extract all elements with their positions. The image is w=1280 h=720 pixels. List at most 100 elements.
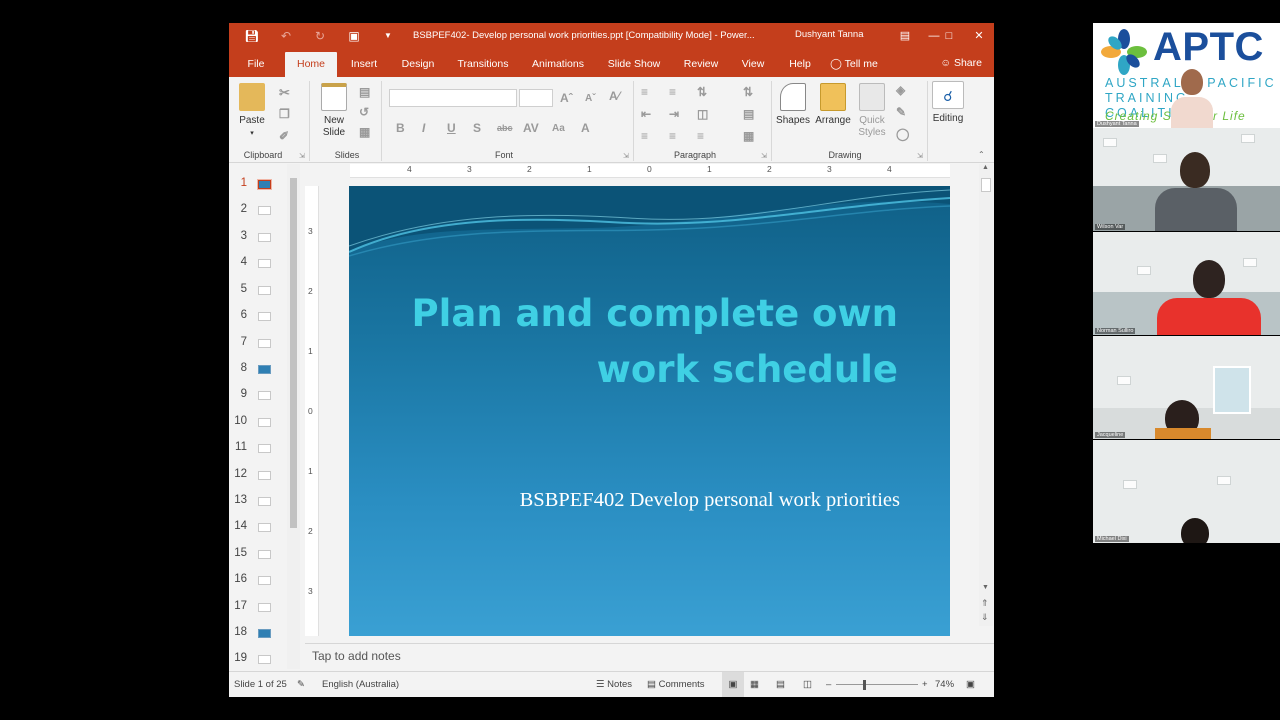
slide-thumbnail[interactable]	[257, 179, 272, 190]
thumbnail-number[interactable]: 8	[229, 362, 247, 374]
thumbnail-number[interactable]: 19	[229, 652, 247, 664]
maximize-icon[interactable]: □	[934, 23, 964, 49]
thumbnail-number[interactable]: 4	[229, 256, 247, 268]
slide-canvas[interactable]: Plan and complete own work schedule BSBP…	[349, 186, 950, 636]
shapes-button[interactable]: Shapes	[775, 83, 811, 127]
change-case-icon[interactable]: Aa	[552, 123, 565, 134]
thumbnail-number[interactable]: 9	[229, 388, 247, 400]
tell-me-search[interactable]: ◯ Tell me	[827, 52, 881, 77]
tab-transitions[interactable]: Transitions	[453, 52, 513, 77]
align-left-icon[interactable]: ≡	[641, 129, 648, 143]
ribbon-options-icon[interactable]: ▤	[890, 23, 920, 49]
slide-thumbnail[interactable]	[258, 339, 271, 348]
shape-outline-icon[interactable]: ✎	[896, 105, 906, 119]
slide-thumbnail[interactable]	[258, 471, 271, 480]
shrink-font-icon[interactable]: Aˇ	[585, 93, 596, 104]
video-participant[interactable]	[1171, 65, 1213, 128]
font-name-field[interactable]	[389, 89, 517, 107]
quick-styles-button[interactable]: Quick Styles	[855, 83, 889, 139]
scroll-up-icon[interactable]: ▲	[982, 164, 989, 171]
slide-thumbnail[interactable]	[258, 259, 271, 268]
video-tile[interactable]: Wilson Var	[1093, 128, 1280, 231]
slide-thumbnail[interactable]	[258, 233, 271, 242]
thumbnail-number[interactable]: 11	[229, 441, 247, 453]
previous-slide-icon[interactable]: ⇑	[981, 598, 989, 609]
tab-review[interactable]: Review	[680, 52, 722, 77]
text-direction-icon[interactable]: ⇅	[743, 85, 753, 99]
dialog-launcher-icon[interactable]: ⇲	[917, 152, 923, 160]
smartart-icon[interactable]: ▦	[743, 129, 754, 143]
tab-animations[interactable]: Animations	[528, 52, 588, 77]
thumbnail-number[interactable]: 15	[229, 547, 247, 559]
numbering-icon[interactable]: ≡	[669, 85, 676, 99]
slide-subtitle[interactable]: BSBPEF402 Develop personal work prioriti…	[380, 489, 900, 512]
arrange-button[interactable]: Arrange	[813, 83, 853, 127]
editing-button[interactable]: ☌ Editing	[930, 81, 966, 125]
close-icon[interactable]: ✕	[964, 23, 994, 49]
cut-icon[interactable]: ✂	[279, 85, 290, 101]
shadow-icon[interactable]: S	[473, 121, 481, 135]
shape-effects-icon[interactable]: ◯	[896, 127, 909, 141]
thumbnail-number[interactable]: 5	[229, 283, 247, 295]
slide-thumbnail[interactable]	[258, 286, 271, 295]
section-icon[interactable]: ▦	[359, 125, 370, 139]
slide-thumbnail[interactable]	[258, 523, 271, 532]
shape-fill-icon[interactable]: ◈	[896, 83, 905, 97]
zoom-level[interactable]: 74%	[935, 672, 954, 697]
increase-indent-icon[interactable]: ⇥	[669, 107, 679, 121]
thumbnail-number[interactable]: 3	[229, 230, 247, 242]
slideshow-icon[interactable]: ◫	[803, 672, 812, 697]
font-color-icon[interactable]: A	[581, 121, 590, 135]
thumbnails-scrollbar[interactable]	[287, 164, 300, 669]
thumbnail-number[interactable]: 2	[229, 203, 247, 215]
zoom-slider[interactable]	[836, 684, 918, 685]
layout-icon[interactable]: ▤	[359, 85, 370, 99]
tab-file[interactable]: File	[241, 52, 271, 77]
fit-to-window-icon[interactable]: ▣	[966, 672, 975, 697]
bold-icon[interactable]: B	[396, 121, 405, 135]
align-text-icon[interactable]: ▤	[743, 107, 754, 121]
notes-pane[interactable]: Tap to add notes	[305, 643, 994, 670]
reading-view-icon[interactable]: ▤	[776, 672, 785, 697]
slide-thumbnail[interactable]	[258, 497, 271, 506]
scrollbar-thumb[interactable]	[290, 178, 297, 528]
undo-icon[interactable]: ↶	[275, 23, 297, 49]
columns-icon[interactable]: ◫	[697, 107, 708, 121]
thumbnail-number[interactable]: 14	[229, 520, 247, 532]
editor-scrollbar[interactable]: ▲ ▼ ⇑ ⇓	[979, 164, 993, 626]
slide-thumbnail[interactable]	[258, 312, 271, 321]
slide-thumbnail[interactable]	[258, 365, 271, 374]
tab-design[interactable]: Design	[397, 52, 439, 77]
redo-icon[interactable]: ↻	[309, 23, 331, 49]
bullets-icon[interactable]: ≡	[641, 85, 648, 99]
slide-thumbnail[interactable]	[258, 603, 271, 612]
slide-thumbnail[interactable]	[258, 655, 271, 664]
comments-button[interactable]: ▤ Comments	[647, 672, 705, 697]
spellcheck-icon[interactable]: ✎	[297, 672, 305, 697]
format-painter-icon[interactable]: ✐	[279, 129, 289, 143]
italic-icon[interactable]: I	[422, 121, 425, 135]
thumbnail-number[interactable]: 18	[229, 626, 247, 638]
scrollbar-thumb[interactable]	[981, 178, 991, 192]
dialog-launcher-icon[interactable]: ⇲	[299, 152, 305, 160]
zoom-out-icon[interactable]: –	[826, 672, 831, 697]
thumbnail-number[interactable]: 7	[229, 336, 247, 348]
tab-home[interactable]: Home	[285, 52, 337, 77]
underline-icon[interactable]: U	[447, 121, 456, 135]
thumbnail-number[interactable]: 10	[229, 415, 247, 427]
slide-thumbnail[interactable]	[258, 550, 271, 559]
dialog-launcher-icon[interactable]: ⇲	[623, 152, 629, 160]
slide-thumbnail[interactable]	[258, 418, 271, 427]
language[interactable]: English (Australia)	[322, 672, 399, 697]
thumbnail-number[interactable]: 1	[229, 177, 247, 189]
align-right-icon[interactable]: ≡	[697, 129, 704, 143]
normal-view-icon[interactable]: ▣	[722, 672, 744, 697]
thumbnail-number[interactable]: 13	[229, 494, 247, 506]
copy-icon[interactable]: ❐	[279, 107, 290, 121]
dialog-launcher-icon[interactable]: ⇲	[761, 152, 767, 160]
thumbnail-number[interactable]: 17	[229, 600, 247, 612]
tab-view[interactable]: View	[737, 52, 769, 77]
video-tile[interactable]: Norman Sulliro	[1093, 232, 1280, 335]
slide-thumbnail[interactable]	[258, 576, 271, 585]
scroll-down-icon[interactable]: ▼	[982, 584, 989, 591]
